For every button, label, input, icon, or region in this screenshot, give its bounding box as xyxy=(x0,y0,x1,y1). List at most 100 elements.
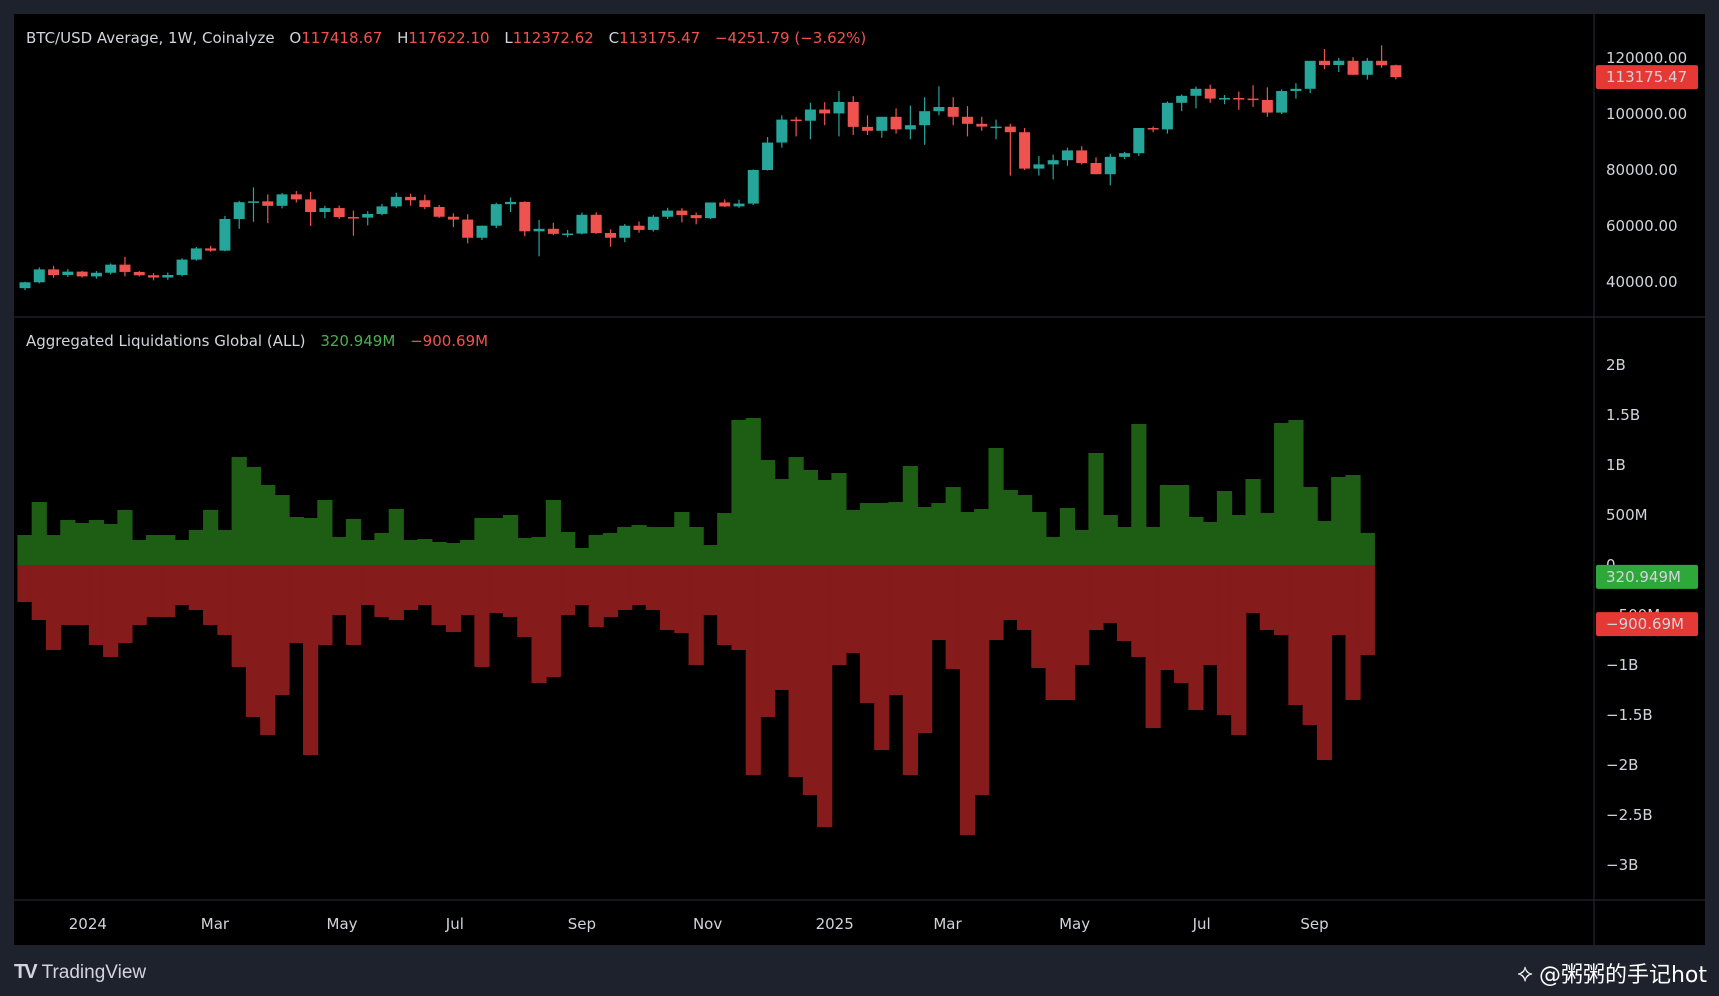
short-liquidation-bar[interactable] xyxy=(1074,565,1090,665)
short-liquidation-bar[interactable] xyxy=(1359,565,1375,656)
price-legend[interactable]: BTC/USD Average, 1W, Coinalyze O117418.6… xyxy=(26,29,866,47)
short-liquidation-bar[interactable] xyxy=(1231,565,1247,735)
short-liquidation-bar[interactable] xyxy=(988,565,1004,640)
long-liquidation-bar[interactable] xyxy=(1002,490,1018,565)
short-liquidation-bar[interactable] xyxy=(702,565,719,615)
short-liquidation-bar[interactable] xyxy=(731,565,747,650)
short-liquidation-bar[interactable] xyxy=(117,565,133,643)
short-liquidation-bar[interactable] xyxy=(103,565,119,657)
long-liquidation-bar[interactable] xyxy=(674,512,690,565)
long-liquidation-bar[interactable] xyxy=(988,448,1004,565)
long-liquidation-bar[interactable] xyxy=(303,518,319,565)
short-liquidation-bar[interactable] xyxy=(1216,565,1233,715)
short-liquidation-bar[interactable] xyxy=(660,565,676,630)
candle[interactable] xyxy=(490,202,502,229)
long-liquidation-bar[interactable] xyxy=(731,420,747,565)
long-liquidation-bar[interactable] xyxy=(274,495,290,565)
short-liquidation-bar[interactable] xyxy=(203,565,219,625)
long-liquidation-bar[interactable] xyxy=(374,533,390,565)
short-liquidation-bar[interactable] xyxy=(45,565,62,650)
long-liquidation-bar[interactable] xyxy=(331,537,347,565)
short-liquidation-bar[interactable] xyxy=(517,565,533,637)
short-liquidation-bar[interactable] xyxy=(1345,565,1361,700)
long-liquidation-bar[interactable] xyxy=(574,548,590,565)
long-liquidation-bar[interactable] xyxy=(1174,485,1190,565)
long-liquidation-bar[interactable] xyxy=(17,535,33,565)
short-liquidation-bar[interactable] xyxy=(1259,565,1275,630)
short-liquidation-bar[interactable] xyxy=(317,565,333,645)
long-liquidation-bar[interactable] xyxy=(859,503,876,565)
long-liquidation-bar[interactable] xyxy=(188,530,204,565)
long-liquidation-bar[interactable] xyxy=(131,540,147,565)
long-liquidation-bar[interactable] xyxy=(1159,485,1175,565)
short-liquidation-bar[interactable] xyxy=(1331,565,1347,635)
short-liquidation-bar[interactable] xyxy=(388,565,404,620)
symbol-title[interactable]: BTC/USD Average, 1W, Coinalyze xyxy=(26,29,275,47)
short-liquidation-bar[interactable] xyxy=(817,565,833,827)
candle[interactable] xyxy=(519,201,531,237)
short-liquidation-bar[interactable] xyxy=(188,565,204,610)
long-liquidation-bar[interactable] xyxy=(488,518,504,565)
short-liquidation-bar[interactable] xyxy=(788,565,804,777)
short-liquidation-bar[interactable] xyxy=(460,565,476,615)
short-liquidation-bar[interactable] xyxy=(845,565,861,653)
short-liquidation-bar[interactable] xyxy=(1031,565,1047,668)
long-liquidation-bar[interactable] xyxy=(160,535,176,565)
short-liquidation-bar[interactable] xyxy=(1102,565,1118,623)
short-liquidation-bar[interactable] xyxy=(745,565,761,775)
long-liquidation-bar[interactable] xyxy=(602,533,619,565)
long-liquidation-bar[interactable] xyxy=(74,523,90,565)
long-liquidation-bar[interactable] xyxy=(88,520,104,565)
short-liquidation-bar[interactable] xyxy=(545,565,561,677)
long-liquidation-bar[interactable] xyxy=(1202,522,1218,565)
long-liquidation-bar[interactable] xyxy=(31,502,47,565)
long-liquidation-bar[interactable] xyxy=(531,537,547,565)
short-liquidation-bar[interactable] xyxy=(974,565,990,795)
long-liquidation-bar[interactable] xyxy=(1116,527,1133,565)
short-liquidation-bar[interactable] xyxy=(145,565,162,617)
short-liquidation-bar[interactable] xyxy=(574,565,590,605)
long-liquidation-bar[interactable] xyxy=(631,525,647,565)
long-liquidation-bar[interactable] xyxy=(231,457,247,565)
long-liquidation-bar[interactable] xyxy=(431,542,447,565)
long-liquidation-bar[interactable] xyxy=(1345,475,1361,565)
long-liquidation-bar[interactable] xyxy=(588,535,604,565)
short-liquidation-bar[interactable] xyxy=(1131,565,1147,657)
short-liquidation-bar[interactable] xyxy=(160,565,176,617)
short-liquidation-bar[interactable] xyxy=(1116,565,1133,641)
short-liquidation-bar[interactable] xyxy=(774,565,790,690)
long-liquidation-bar[interactable] xyxy=(1316,521,1333,565)
long-liquidation-bar[interactable] xyxy=(817,480,833,565)
long-liquidation-bar[interactable] xyxy=(1302,487,1318,565)
long-liquidation-bar[interactable] xyxy=(745,418,761,565)
long-liquidation-bar[interactable] xyxy=(560,532,576,565)
short-liquidation-bar[interactable] xyxy=(560,565,576,615)
long-liquidation-bar[interactable] xyxy=(1102,515,1118,565)
long-liquidation-bar[interactable] xyxy=(317,500,333,565)
long-liquidation-bar[interactable] xyxy=(388,509,404,565)
long-liquidation-bar[interactable] xyxy=(788,457,804,565)
short-liquidation-bar[interactable] xyxy=(1088,565,1104,630)
short-liquidation-bar[interactable] xyxy=(717,565,733,645)
short-liquidation-bar[interactable] xyxy=(331,565,347,615)
short-liquidation-bar[interactable] xyxy=(402,565,419,610)
short-liquidation-bar[interactable] xyxy=(231,565,247,667)
candle[interactable] xyxy=(576,212,588,235)
candle[interactable] xyxy=(704,202,716,219)
short-liquidation-bar[interactable] xyxy=(1059,565,1076,700)
long-liquidation-bar[interactable] xyxy=(702,545,719,565)
short-liquidation-bar[interactable] xyxy=(174,565,190,605)
long-liquidation-bar[interactable] xyxy=(660,527,676,565)
candle[interactable] xyxy=(747,169,759,205)
candle[interactable] xyxy=(33,267,45,284)
long-liquidation-bar[interactable] xyxy=(831,473,847,565)
long-liquidation-bar[interactable] xyxy=(145,535,162,565)
long-liquidation-bar[interactable] xyxy=(245,467,262,565)
short-liquidation-bar[interactable] xyxy=(1174,565,1190,683)
long-liquidation-bar[interactable] xyxy=(402,540,419,565)
short-liquidation-bar[interactable] xyxy=(245,565,262,717)
long-liquidation-bar[interactable] xyxy=(774,479,790,565)
long-liquidation-bar[interactable] xyxy=(1131,424,1147,565)
long-liquidation-bar[interactable] xyxy=(759,460,776,565)
long-liquidation-bar[interactable] xyxy=(1331,477,1347,565)
